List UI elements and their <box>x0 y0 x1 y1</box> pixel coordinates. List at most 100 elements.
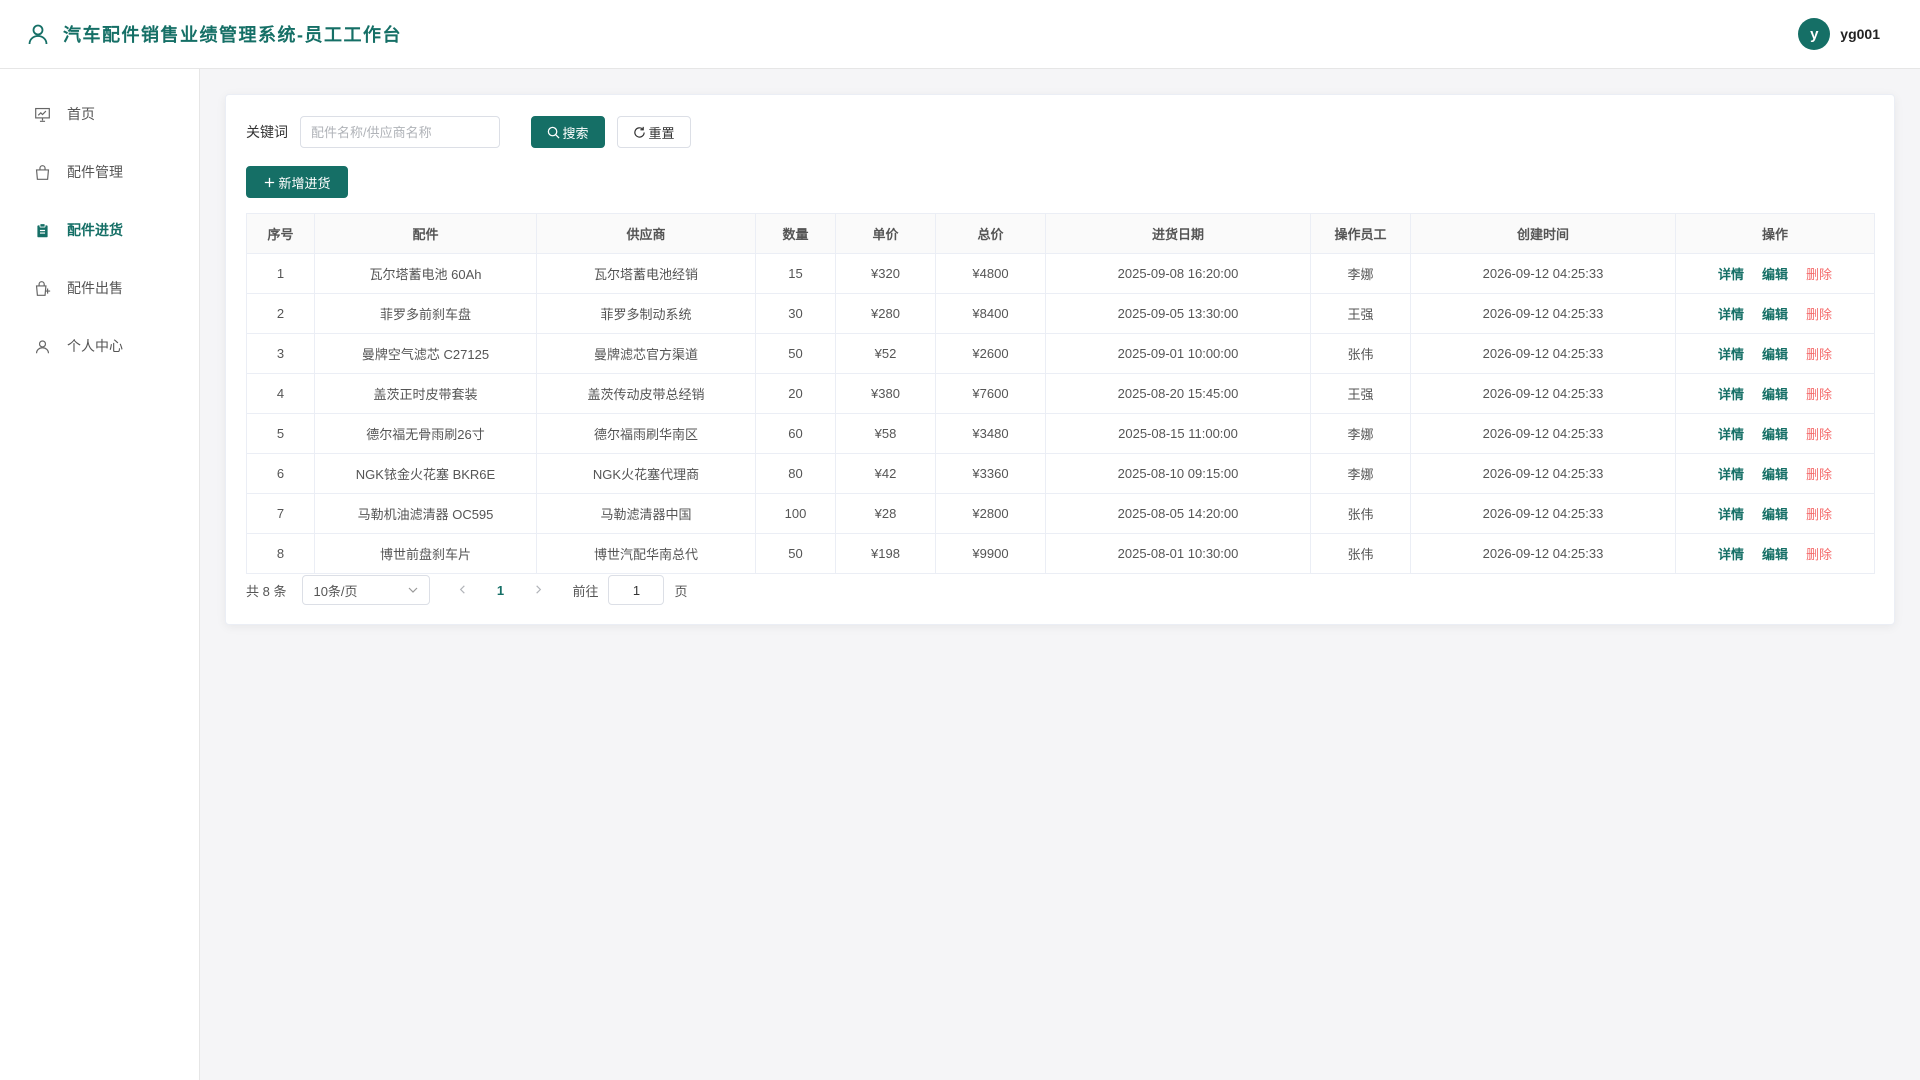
keyword-input[interactable] <box>300 116 500 148</box>
table-cell: ¥52 <box>835 333 936 374</box>
edit-link[interactable]: 编辑 <box>1762 507 1788 522</box>
table-cell: 50 <box>755 533 836 574</box>
table-cell: 2 <box>246 293 315 334</box>
page-number[interactable]: 1 <box>484 583 516 598</box>
search-bar: 关键词 搜索 重置 <box>246 116 691 148</box>
table-cell: ¥3360 <box>935 453 1046 494</box>
search-icon <box>548 126 561 139</box>
table-cell: 2026-09-12 04:25:33 <box>1410 413 1676 454</box>
table-cell: 瓦尔塔蓄电池 60Ah <box>314 253 537 294</box>
username[interactable]: yg001 <box>1840 26 1880 42</box>
sidebar-item-sales[interactable]: 配件出售 <box>0 259 199 317</box>
detail-link[interactable]: 详情 <box>1718 507 1744 522</box>
delete-link[interactable]: 删除 <box>1806 547 1832 562</box>
table-cell: 马勒机油滤清器 OC595 <box>314 493 537 534</box>
table-cell: 20 <box>755 373 836 414</box>
actions-cell: 详情 编辑 删除 <box>1675 413 1875 454</box>
reset-button-label: 重置 <box>648 125 675 141</box>
table-cell: 50 <box>755 333 836 374</box>
table-cell: NGK铱金火花塞 BKR6E <box>314 453 537 494</box>
delete-link[interactable]: 删除 <box>1806 387 1832 402</box>
delete-link[interactable]: 删除 <box>1806 307 1832 322</box>
sidebar-item-label: 个人中心 <box>67 338 123 354</box>
delete-link[interactable]: 删除 <box>1806 507 1832 522</box>
chevron-right-icon <box>536 584 542 594</box>
plus-icon <box>265 177 275 187</box>
table-row: 4 盖茨正时皮带套装 盖茨传动皮带总经销 20 ¥380 ¥7600 2025-08-20 … <box>246 373 1875 414</box>
presentation-icon <box>35 107 50 122</box>
goto-label: 前往 <box>572 583 599 599</box>
table-cell: 2026-09-12 04:25:33 <box>1410 373 1676 414</box>
detail-link[interactable]: 详情 <box>1718 307 1744 322</box>
column-header: 创建时间 <box>1410 213 1676 254</box>
actions-cell: 详情 编辑 删除 <box>1675 333 1875 374</box>
reset-button[interactable]: 重置 <box>617 116 691 148</box>
goto-page-input[interactable] <box>608 575 665 605</box>
column-header: 总价 <box>935 213 1046 254</box>
table-cell: 30 <box>755 293 836 334</box>
sidebar-item-parts[interactable]: 配件管理 <box>0 143 199 201</box>
table-cell: 2026-09-12 04:25:33 <box>1410 253 1676 294</box>
detail-link[interactable]: 详情 <box>1718 427 1744 442</box>
delete-link[interactable]: 删除 <box>1806 267 1832 282</box>
edit-link[interactable]: 编辑 <box>1762 467 1788 482</box>
detail-link[interactable]: 详情 <box>1718 347 1744 362</box>
detail-link[interactable]: 详情 <box>1718 467 1744 482</box>
delete-link[interactable]: 删除 <box>1806 427 1832 442</box>
table-cell: 曼牌空气滤芯 C27125 <box>314 333 537 374</box>
detail-link[interactable]: 详情 <box>1718 267 1744 282</box>
next-page-button[interactable] <box>528 583 548 598</box>
table-cell: ¥7600 <box>935 373 1046 414</box>
actions-cell: 详情 编辑 删除 <box>1675 533 1875 574</box>
sidebar-item-home[interactable]: 首页 <box>0 85 199 143</box>
avatar[interactable]: y <box>1798 18 1831 50</box>
table-cell: 2025-08-20 15:45:00 <box>1045 373 1311 414</box>
table-cell: ¥2800 <box>935 493 1046 534</box>
edit-link[interactable]: 编辑 <box>1762 267 1788 282</box>
table-cell: 曼牌滤芯官方渠道 <box>536 333 756 374</box>
sidebar-item-purchase[interactable]: 配件进货 <box>0 201 199 259</box>
edit-link[interactable]: 编辑 <box>1762 547 1788 562</box>
add-purchase-label: 新增进货 <box>278 175 331 191</box>
sell-bag-icon <box>35 280 51 296</box>
table-cell: 2026-09-12 04:25:33 <box>1410 333 1676 374</box>
table-cell: 2025-09-05 13:30:00 <box>1045 293 1311 334</box>
actions-cell: 详情 编辑 删除 <box>1675 253 1875 294</box>
delete-link[interactable]: 删除 <box>1806 467 1832 482</box>
user-menu[interactable]: y yg001 <box>1798 18 1880 50</box>
sidebar-item-profile[interactable]: 个人中心 <box>0 317 199 375</box>
table-cell: ¥320 <box>835 253 936 294</box>
delete-link[interactable]: 删除 <box>1806 347 1832 362</box>
column-header: 进货日期 <box>1045 213 1311 254</box>
column-header: 供应商 <box>536 213 756 254</box>
table-cell: 博世前盘刹车片 <box>314 533 537 574</box>
user-outline-icon <box>28 24 48 45</box>
edit-link[interactable]: 编辑 <box>1762 347 1788 362</box>
keyword-label: 关键词 <box>246 124 288 140</box>
table-cell: 100 <box>755 493 836 534</box>
page-size-select[interactable]: 10条/页 <box>302 575 431 605</box>
edit-link[interactable]: 编辑 <box>1762 427 1788 442</box>
column-header: 操作员工 <box>1310 213 1411 254</box>
shopping-bag-icon <box>35 164 50 180</box>
total-count: 共 8 条 <box>246 583 287 599</box>
purchase-card: 关键词 搜索 重置 新增进货 序号 配件 <box>225 94 1895 625</box>
table-cell: 15 <box>755 253 836 294</box>
column-header: 单价 <box>835 213 936 254</box>
table-row: 5 德尔福无骨雨刷26寸 德尔福雨刷华南区 60 ¥58 ¥3480 2025-08-15 … <box>246 413 1875 454</box>
table-cell: 德尔福无骨雨刷26寸 <box>314 413 537 454</box>
detail-link[interactable]: 详情 <box>1718 547 1744 562</box>
add-purchase-button[interactable]: 新增进货 <box>246 166 348 198</box>
table-row: 6 NGK铱金火花塞 BKR6E NGK火花塞代理商 80 ¥42 ¥3360 2025-0… <box>246 453 1875 494</box>
table-cell: 盖茨正时皮带套装 <box>314 373 537 414</box>
pagination: 共 8 条 10条/页 1 前往 页 <box>246 575 688 605</box>
table-cell: ¥42 <box>835 453 936 494</box>
search-button[interactable]: 搜索 <box>531 116 605 148</box>
table-cell: ¥58 <box>835 413 936 454</box>
actions-cell: 详情 编辑 删除 <box>1675 373 1875 414</box>
edit-link[interactable]: 编辑 <box>1762 387 1788 402</box>
edit-link[interactable]: 编辑 <box>1762 307 1788 322</box>
table-cell: ¥2600 <box>935 333 1046 374</box>
detail-link[interactable]: 详情 <box>1718 387 1744 402</box>
prev-page-button[interactable] <box>452 583 472 598</box>
